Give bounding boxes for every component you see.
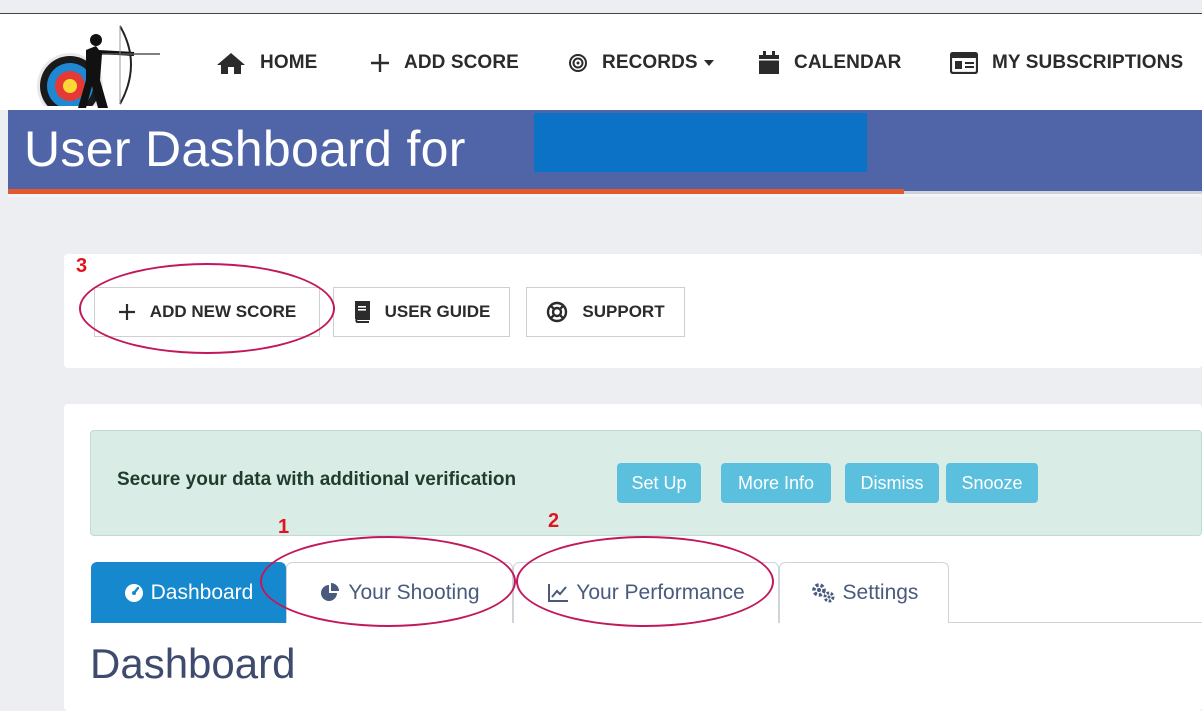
cogs-icon (811, 583, 835, 603)
dismiss-button[interactable]: Dismiss (845, 463, 939, 503)
more-info-button[interactable]: More Info (721, 463, 831, 503)
annotation-number-2: 2 (548, 510, 560, 532)
nav-my-subscriptions[interactable]: MY SUBSCRIPTIONS (950, 46, 1183, 80)
chevron-down-icon (703, 60, 714, 66)
tab-settings[interactable]: Settings (779, 562, 949, 623)
set-up-button[interactable]: Set Up (617, 463, 701, 503)
tab-dashboard-label: Dashboard (150, 581, 254, 604)
id-card-icon (950, 52, 978, 74)
gauge-icon (124, 584, 143, 602)
support-button[interactable]: SUPPORT (526, 287, 685, 337)
dashboard-heading: Dashboard (90, 640, 296, 687)
nav-home[interactable]: HOME (216, 46, 317, 80)
nav-calendar[interactable]: CALENDAR (758, 46, 901, 80)
annotation-ellipse-2 (516, 536, 774, 627)
nav-home-label: HOME (260, 52, 318, 73)
annotation-ellipse-1 (260, 536, 516, 627)
tab-settings-label: Settings (842, 581, 919, 604)
tab-dashboard[interactable]: Dashboard (91, 562, 286, 623)
annotation-number-3: 3 (76, 255, 88, 277)
nav-records[interactable]: RECORDS (568, 46, 714, 80)
annotation-ellipse-3 (79, 263, 335, 354)
life-ring-icon (547, 301, 568, 323)
support-label: SUPPORT (582, 302, 665, 321)
snooze-button[interactable]: Snooze (946, 463, 1038, 503)
page-title: User Dashboard for (24, 121, 466, 177)
home-icon (217, 53, 245, 74)
user-guide-label: USER GUIDE (384, 302, 491, 321)
nav-add-score[interactable]: ADD SCORE (370, 46, 519, 80)
nav-records-label: RECORDS (602, 52, 698, 73)
user-guide-button[interactable]: USER GUIDE (333, 287, 510, 337)
redacted-username (534, 113, 867, 172)
verification-alert-text: Secure your data with additional verific… (117, 469, 517, 490)
nav-my-subscriptions-label: MY SUBSCRIPTIONS (992, 52, 1184, 73)
header-divider (8, 194, 1202, 197)
plus-icon (371, 54, 389, 72)
book-icon (354, 301, 370, 323)
target-icon (569, 54, 587, 72)
calendar-icon (759, 51, 779, 74)
nav-add-score-label: ADD SCORE (404, 52, 519, 73)
nav-calendar-label: CALENDAR (794, 52, 902, 73)
annotation-number-1: 1 (278, 516, 290, 538)
archery-logo[interactable] (36, 20, 166, 108)
